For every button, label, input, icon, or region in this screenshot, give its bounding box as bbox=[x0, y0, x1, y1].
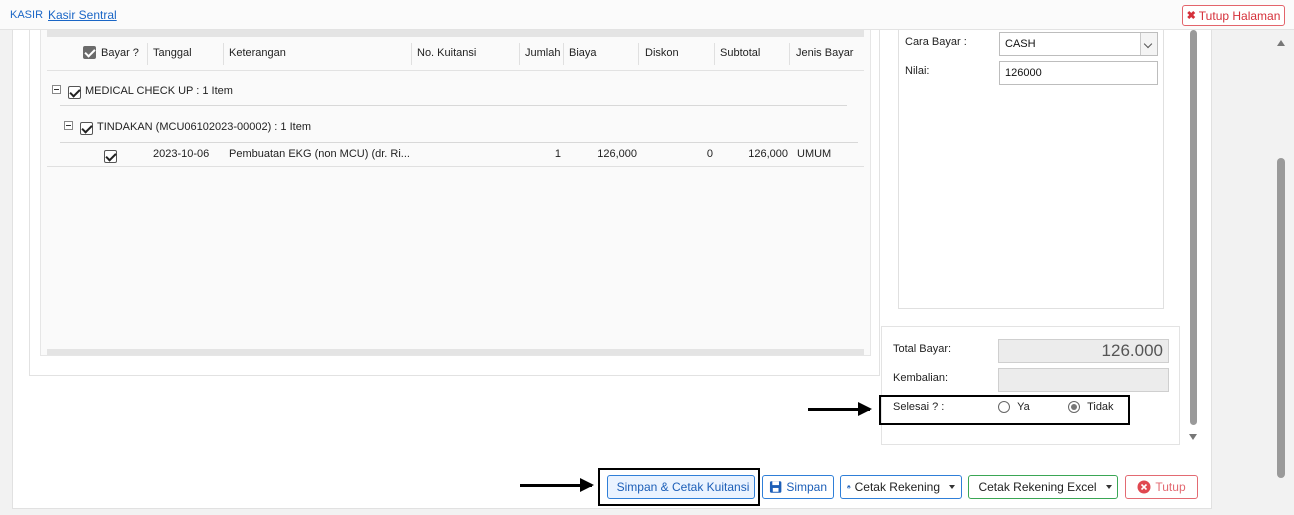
subgroup-divider bbox=[60, 142, 858, 143]
simpan-label: Simpan bbox=[786, 480, 827, 494]
col-bayar[interactable]: Bayar ? bbox=[101, 37, 139, 71]
save-icon bbox=[769, 481, 782, 493]
arrow-annotation-simpan bbox=[520, 478, 594, 492]
col-jumlah[interactable]: Jumlah bbox=[525, 37, 560, 71]
tutup-button[interactable]: Tutup bbox=[1125, 475, 1198, 499]
panel-scrollbar[interactable] bbox=[1187, 30, 1200, 445]
scroll-down-icon[interactable] bbox=[1189, 434, 1197, 440]
grid-scrollbar-top[interactable] bbox=[47, 30, 864, 37]
cetak-rekening-button[interactable]: Cetak Rekening bbox=[840, 475, 962, 499]
selesai-option-ya[interactable]: Ya bbox=[998, 401, 1030, 414]
grid-body bbox=[40, 30, 871, 356]
radio-tidak[interactable] bbox=[1068, 401, 1080, 414]
radio-ya-label: Ya bbox=[1017, 401, 1030, 413]
row-divider bbox=[47, 166, 864, 167]
cell-biaya: 126,000 bbox=[597, 148, 637, 160]
collapse-group-icon[interactable] bbox=[52, 85, 61, 94]
simpan-button[interactable]: Simpan bbox=[762, 475, 834, 499]
close-page-button[interactable]: ✖ Tutup Halaman bbox=[1182, 5, 1285, 26]
close-circle-icon bbox=[1137, 480, 1151, 494]
grid-scrollbar-bottom[interactable] bbox=[47, 349, 864, 355]
cara-bayar-label: Cara Bayar : bbox=[905, 36, 967, 48]
nilai-input[interactable]: 126000 bbox=[999, 61, 1158, 85]
chevron-down-icon[interactable] bbox=[1140, 33, 1157, 55]
col-subtotal[interactable]: Subtotal bbox=[720, 37, 760, 71]
cetak-rekening-label: Cetak Rekening bbox=[854, 480, 940, 494]
dropdown-caret-icon[interactable] bbox=[949, 485, 955, 489]
total-bayar-value: 126.000 bbox=[1101, 341, 1163, 360]
cara-bayar-value: CASH bbox=[1005, 38, 1036, 50]
total-bayar-field: 126.000 bbox=[998, 339, 1169, 363]
close-icon: ✖ bbox=[1186, 10, 1196, 22]
scroll-up-icon[interactable] bbox=[1277, 40, 1285, 46]
dropdown-caret-icon[interactable] bbox=[1105, 485, 1112, 489]
selesai-option-tidak[interactable]: Tidak bbox=[1068, 401, 1114, 414]
group-checkbox[interactable] bbox=[68, 86, 81, 99]
col-no-kuitansi[interactable]: No. Kuitansi bbox=[417, 37, 476, 71]
group-label: MEDICAL CHECK UP : 1 Item bbox=[85, 85, 233, 97]
col-biaya[interactable]: Biaya bbox=[569, 37, 597, 71]
cetak-rekening-excel-label: Cetak Rekening Excel bbox=[978, 480, 1097, 494]
radio-ya[interactable] bbox=[998, 401, 1010, 414]
cell-diskon: 0 bbox=[706, 148, 713, 160]
kembalian-label: Kembalian: bbox=[893, 372, 949, 384]
cara-bayar-select[interactable]: CASH bbox=[999, 32, 1158, 56]
group-divider bbox=[60, 105, 847, 106]
collapse-subgroup-icon[interactable] bbox=[64, 121, 73, 130]
col-tanggal[interactable]: Tanggal bbox=[153, 37, 192, 71]
nilai-value: 126000 bbox=[1005, 67, 1042, 79]
tab-kasir-sentral[interactable]: Kasir Sentral bbox=[48, 8, 117, 22]
panel-scrollbar-thumb[interactable] bbox=[1190, 30, 1197, 425]
subgroup-checkbox[interactable] bbox=[80, 122, 93, 135]
breadcrumb-module[interactable]: KASIR bbox=[10, 9, 43, 21]
arrow-annotation-selesai bbox=[808, 402, 872, 416]
simpan-cetak-kuitansi-button[interactable]: Simpan & Cetak Kuitansi bbox=[607, 475, 755, 499]
close-page-label: Tutup Halaman bbox=[1198, 8, 1281, 23]
tutup-label: Tutup bbox=[1155, 480, 1186, 494]
select-all-checkbox[interactable] bbox=[83, 46, 96, 59]
cell-jumlah: 1 bbox=[554, 148, 561, 160]
top-bar: KASIR Kasir Sentral ✖ Tutup Halaman bbox=[0, 0, 1294, 30]
selesai-label: Selesai ? : bbox=[893, 401, 945, 413]
grid-header: Bayar ? Tanggal Keterangan No. Kuitansi … bbox=[47, 37, 864, 71]
row-bayar-checkbox[interactable] bbox=[104, 150, 117, 163]
subgroup-label: TINDAKAN (MCU06102023-00002) : 1 Item bbox=[97, 121, 311, 133]
nilai-label: Nilai: bbox=[905, 65, 930, 77]
simpan-cetak-label: Simpan & Cetak Kuitansi bbox=[616, 480, 750, 494]
cell-keterangan: Pembuatan EKG (non MCU) (dr. Ri... bbox=[229, 148, 410, 160]
cell-jenis-bayar: UMUM bbox=[797, 148, 832, 160]
col-keterangan[interactable]: Keterangan bbox=[229, 37, 286, 71]
cell-subtotal: 126,000 bbox=[748, 148, 788, 160]
cell-tanggal: 2023-10-06 bbox=[153, 148, 210, 160]
page-scrollbar-thumb[interactable] bbox=[1277, 158, 1285, 478]
radio-tidak-label: Tidak bbox=[1087, 401, 1114, 413]
page-scrollbar[interactable] bbox=[1274, 30, 1288, 515]
col-jenis-bayar[interactable]: Jenis Bayar bbox=[796, 37, 853, 71]
col-diskon[interactable]: Diskon bbox=[645, 37, 679, 71]
cetak-rekening-excel-button[interactable]: Cetak Rekening Excel bbox=[968, 475, 1118, 499]
total-bayar-label: Total Bayar: bbox=[893, 343, 952, 355]
kembalian-field bbox=[998, 368, 1169, 392]
print-icon bbox=[847, 485, 851, 489]
